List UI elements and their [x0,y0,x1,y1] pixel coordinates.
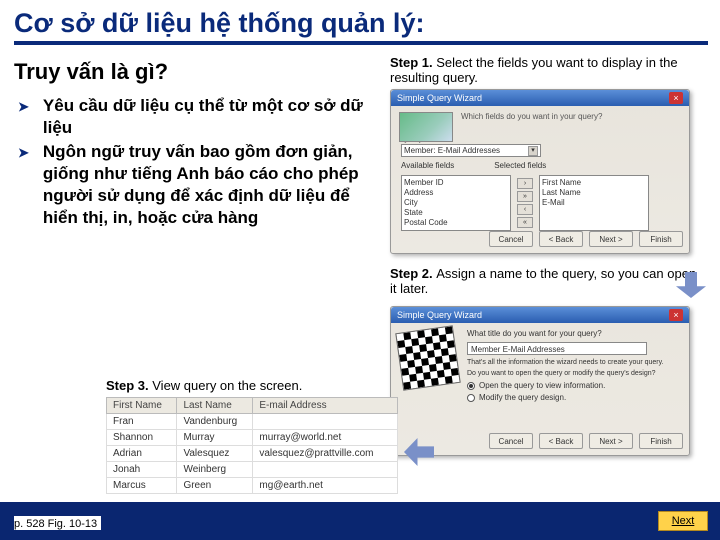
list-item[interactable]: Last Name [542,188,646,198]
slide-title: Cơ sở dữ liệu hệ thống quản lý: [0,0,720,41]
table-header: First Name [107,398,177,414]
step1-label: Step 1. Select the fields you want to di… [390,55,700,85]
bullet-text: Ngôn ngữ truy vấn bao gồm đơn giản, giốn… [43,141,384,229]
step3-label: Step 3. View query on the screen. [106,378,398,393]
table-row: JonahWeinberg [107,462,398,478]
move-all-right-button[interactable]: » [517,191,533,202]
wizard2-info2: Do you want to open the query or modify … [467,370,689,377]
list-item[interactable]: Member ID [404,178,508,188]
bullet-item: ➤ Ngôn ngữ truy vấn bao gồm đơn giản, gi… [18,141,384,229]
list-item[interactable]: Address [404,188,508,198]
wizard1-hint: Which fields do you want in your query? [461,112,683,132]
dual-listbox: Member ID Address City State Postal Code… [401,175,679,231]
wizard2-body: What title do you want for your query? M… [467,329,689,402]
wizard-step2-window: Simple Query Wizard × What title do you … [390,306,690,456]
wizard1-buttons: Cancel < Back Next > Finish [489,231,683,247]
footer-bar [0,502,720,540]
wizard2-question: What title do you want for your query? [467,329,689,338]
step3-block: Step 3. View query on the screen. First … [106,378,398,494]
list-item[interactable]: First Name [542,178,646,188]
list-item[interactable]: Postal Code [404,218,508,228]
table-body: FranVandenburg ShannonMurraymurray@world… [107,414,398,494]
available-fields-list[interactable]: Member ID Address City State Postal Code [401,175,511,231]
move-all-left-button[interactable]: « [517,217,533,228]
wizard2-info: That's all the information the wizard ne… [467,359,689,366]
table-row: AdrianValesquezvalesquez@prattville.com [107,446,398,462]
back-button[interactable]: < Back [539,433,583,449]
step2-label: Step 2. Assign a name to the query, so y… [390,266,700,296]
bullet-list: ➤ Yêu cầu dữ liệu cụ thể từ một cơ sở dữ… [14,95,384,230]
next-button[interactable]: Next > [589,433,633,449]
table-row: FranVandenburg [107,414,398,430]
bullet-text: Yêu cầu dữ liệu cụ thể từ một cơ sở dữ l… [43,95,384,139]
list-item[interactable]: State [404,208,508,218]
radio-modify-design[interactable]: Modify the query design. [467,393,689,402]
query-result-table: First Name Last Name E-mail Address Fran… [106,397,398,494]
wizard1-title: Simple Query Wizard [397,93,482,103]
wizard1-illustration [399,112,453,142]
radio-icon [467,382,475,390]
table-row: MarcusGreenmg@earth.net [107,478,398,494]
move-left-button[interactable]: ‹ [517,204,533,215]
chevron-down-icon[interactable]: ▾ [528,146,538,156]
list-item[interactable]: City [404,198,508,208]
next-slide-button[interactable]: Next [658,511,708,531]
list-item[interactable]: E-Mail [542,198,646,208]
bullet-item: ➤ Yêu cầu dữ liệu cụ thể từ một cơ sở dữ… [18,95,384,139]
radio-icon [467,394,475,402]
subtitle: Truy vấn là gì? [14,59,384,85]
table-header: Last Name [177,398,253,414]
next-button[interactable]: Next > [589,231,633,247]
right-column: Step 1. Select the fields you want to di… [390,53,700,456]
wizard2-buttons: Cancel < Back Next > Finish [489,433,683,449]
wizard2-titlebar: Simple Query Wizard × [391,307,689,323]
wizard-step1-window: Simple Query Wizard × Which fields do yo… [390,89,690,254]
table-row: ShannonMurraymurray@world.net [107,430,398,446]
table-header: E-mail Address [253,398,398,414]
combo-value: Member: E-Mail Addresses [404,146,500,155]
title-underline [14,41,708,45]
back-button[interactable]: < Back [539,231,583,247]
checkered-flag-icon [395,325,461,391]
finish-button[interactable]: Finish [639,433,683,449]
move-right-button[interactable]: › [517,178,533,189]
close-icon[interactable]: × [669,92,683,104]
chevron-icon: ➤ [18,145,29,162]
chevron-icon: ➤ [18,99,29,116]
cancel-button[interactable]: Cancel [489,433,533,449]
wizard1-titlebar: Simple Query Wizard × [391,90,689,106]
query-name-input[interactable]: Member E-Mail Addresses [467,342,647,355]
cancel-button[interactable]: Cancel [489,231,533,247]
finish-button[interactable]: Finish [639,231,683,247]
sel-fields-label: Selected fields [494,161,546,170]
wizard2-title: Simple Query Wizard [397,310,482,320]
mover-buttons: › » ‹ « [517,175,533,231]
query-on-combo[interactable]: Member: E-Mail Addresses ▾ [401,144,541,157]
close-icon[interactable]: × [669,309,683,321]
page-reference: p. 528 Fig. 10-13 [14,516,101,530]
selected-fields-list[interactable]: First Name Last Name E-Mail [539,175,649,231]
radio-open-query[interactable]: Open the query to view information. [467,381,689,390]
avail-fields-label: Available fields [401,161,454,170]
